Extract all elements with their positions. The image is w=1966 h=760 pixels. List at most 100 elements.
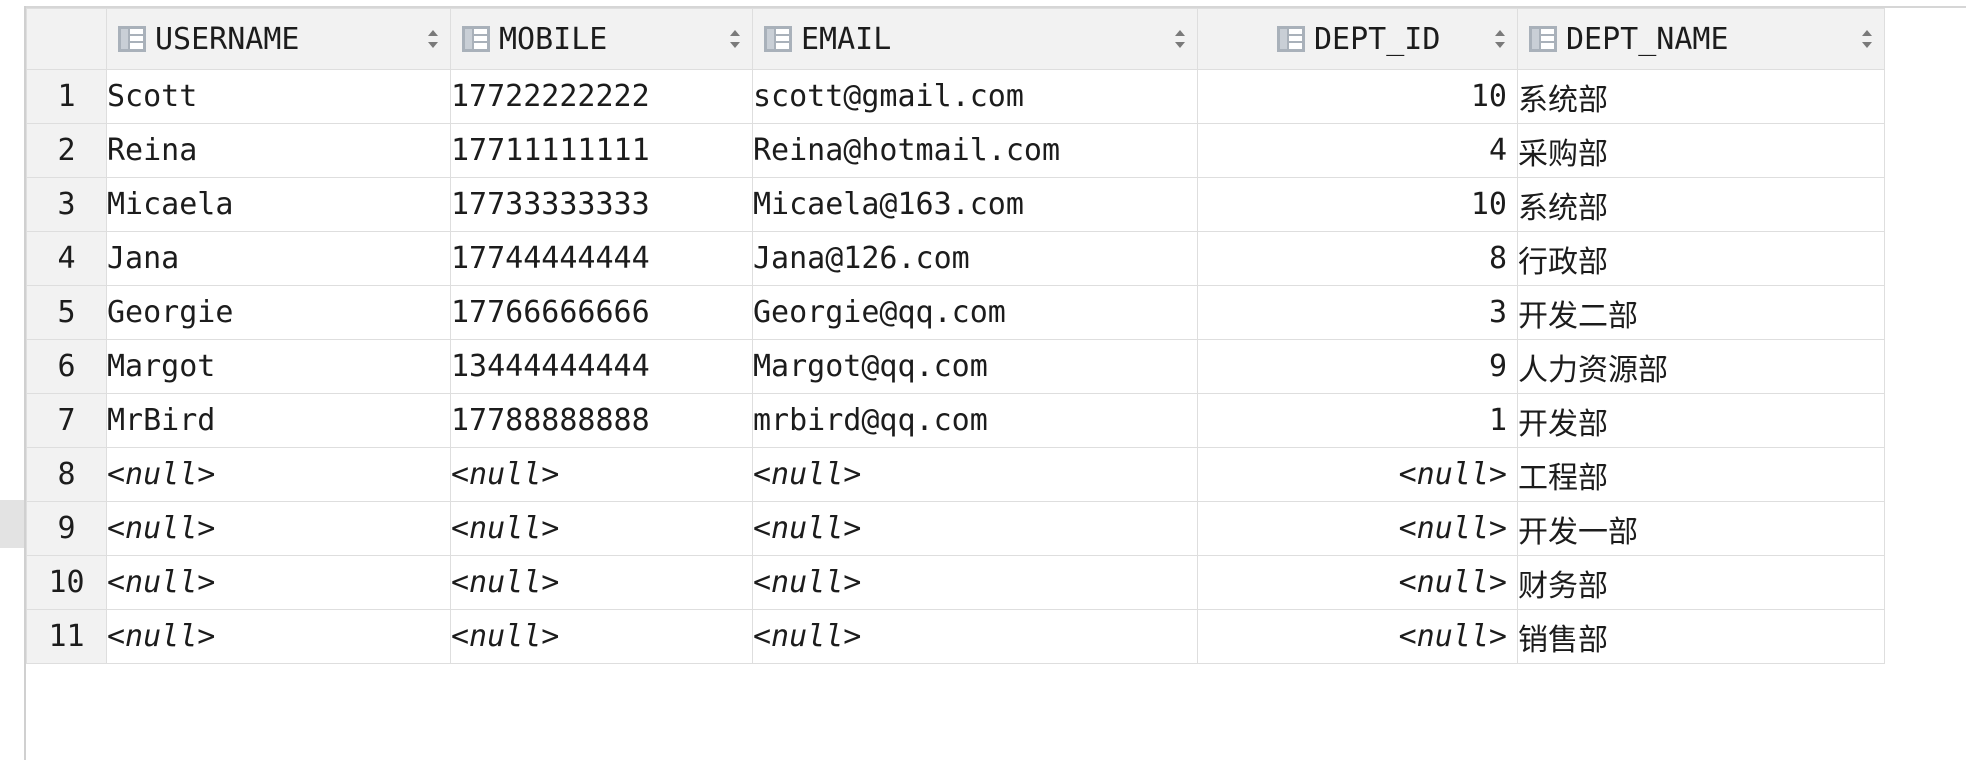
row-number[interactable]: 10 [26,555,107,610]
column-icon [462,26,490,52]
cell-dept-name[interactable]: 系统部 [1517,177,1885,232]
column-icon [764,26,792,52]
cell-email[interactable]: scott@gmail.com [752,69,1198,124]
table-row[interactable]: 4 Jana 17744444444 Jana@126.com 8 行政部 [26,231,1885,286]
row-number[interactable]: 9 [26,501,107,556]
row-number[interactable]: 6 [26,339,107,394]
cell-mobile[interactable]: 17722222222 [450,69,753,124]
column-header-dept-id[interactable]: DEPT_ID [1197,8,1518,70]
cell-username[interactable]: <null> [106,447,451,502]
table-row[interactable]: 9 <null> <null> <null> <null> 开发一部 [26,501,1885,556]
scroll-marker[interactable] [0,500,24,548]
cell-dept-id[interactable]: <null> [1197,609,1518,664]
cell-mobile[interactable]: 17711111111 [450,123,753,178]
cell-dept-id[interactable]: 8 [1197,231,1518,286]
cell-dept-name[interactable]: 采购部 [1517,123,1885,178]
cell-dept-id[interactable]: <null> [1197,501,1518,556]
cell-dept-name[interactable]: 系统部 [1517,69,1885,124]
result-table: USERNAME MOBILE EMAIL DEPT_ID DEPT_NAME … [26,8,1885,664]
cell-username[interactable]: Jana [106,231,451,286]
cell-email[interactable]: <null> [752,609,1198,664]
column-title: USERNAME [155,21,300,57]
cell-email[interactable]: Reina@hotmail.com [752,123,1198,178]
sort-icon[interactable] [1860,28,1874,50]
sort-icon[interactable] [728,28,742,50]
cell-email[interactable]: <null> [752,447,1198,502]
cell-dept-id[interactable]: 3 [1197,285,1518,340]
cell-email[interactable]: mrbird@qq.com [752,393,1198,448]
cell-username[interactable]: Reina [106,123,451,178]
cell-dept-id[interactable]: 10 [1197,69,1518,124]
table-body: 1 Scott 17722222222 scott@gmail.com 10 系统部 2 Re… [26,69,1885,664]
table-row[interactable]: 8 <null> <null> <null> <null> 工程部 [26,447,1885,502]
cell-mobile[interactable]: 17766666666 [450,285,753,340]
cell-mobile[interactable]: <null> [450,447,753,502]
table-row[interactable]: 3 Micaela 17733333333 Micaela@163.com 10 系统部 [26,177,1885,232]
row-number[interactable]: 2 [26,123,107,178]
cell-mobile[interactable]: 17744444444 [450,231,753,286]
table-row[interactable]: 7 MrBird 17788888888 mrbird@qq.com 1 开发部 [26,393,1885,448]
cell-mobile[interactable]: <null> [450,555,753,610]
cell-email[interactable]: Margot@qq.com [752,339,1198,394]
cell-mobile[interactable]: <null> [450,609,753,664]
sort-icon[interactable] [426,28,440,50]
cell-dept-name[interactable]: 工程部 [1517,447,1885,502]
row-number[interactable]: 7 [26,393,107,448]
table-row[interactable]: 6 Margot 13444444444 Margot@qq.com 9 人力资源部 [26,339,1885,394]
cell-dept-name[interactable]: 开发部 [1517,393,1885,448]
table-row[interactable]: 11 <null> <null> <null> <null> 销售部 [26,609,1885,664]
column-title: DEPT_NAME [1566,21,1729,57]
column-header-dept-name[interactable]: DEPT_NAME [1517,8,1885,70]
cell-dept-id[interactable]: 9 [1197,339,1518,394]
header-row: USERNAME MOBILE EMAIL DEPT_ID DEPT_NAME [26,8,1885,70]
cell-mobile[interactable]: <null> [450,501,753,556]
cell-email[interactable]: <null> [752,555,1198,610]
row-number[interactable]: 11 [26,609,107,664]
cell-mobile[interactable]: 17733333333 [450,177,753,232]
sort-icon[interactable] [1173,28,1187,50]
cell-username[interactable]: <null> [106,555,451,610]
cell-username[interactable]: Scott [106,69,451,124]
cell-dept-name[interactable]: 开发一部 [1517,501,1885,556]
table-row[interactable]: 5 Georgie 17766666666 Georgie@qq.com 3 开发二部 [26,285,1885,340]
cell-username[interactable]: Margot [106,339,451,394]
sort-icon[interactable] [1493,28,1507,50]
cell-dept-id[interactable]: 1 [1197,393,1518,448]
cell-mobile[interactable]: 17788888888 [450,393,753,448]
cell-dept-id[interactable]: 10 [1197,177,1518,232]
column-title: MOBILE [499,21,608,57]
cell-dept-id[interactable]: <null> [1197,555,1518,610]
column-header-email[interactable]: EMAIL [752,8,1198,70]
column-header-mobile[interactable]: MOBILE [450,8,753,70]
cell-email[interactable]: Georgie@qq.com [752,285,1198,340]
column-icon [1529,26,1557,52]
table-row[interactable]: 10 <null> <null> <null> <null> 财务部 [26,555,1885,610]
cell-dept-name[interactable]: 销售部 [1517,609,1885,664]
table-row[interactable]: 1 Scott 17722222222 scott@gmail.com 10 系统部 [26,69,1885,124]
cell-email[interactable]: Micaela@163.com [752,177,1198,232]
cell-dept-id[interactable]: 4 [1197,123,1518,178]
cell-dept-name[interactable]: 行政部 [1517,231,1885,286]
cell-username[interactable]: Micaela [106,177,451,232]
cell-dept-name[interactable]: 人力资源部 [1517,339,1885,394]
cell-username[interactable]: MrBird [106,393,451,448]
column-title: DEPT_ID [1314,21,1441,57]
column-icon [1277,26,1305,52]
column-header-username[interactable]: USERNAME [106,8,451,70]
cell-dept-name[interactable]: 财务部 [1517,555,1885,610]
cell-username[interactable]: <null> [106,501,451,556]
cell-username[interactable]: Georgie [106,285,451,340]
cell-mobile[interactable]: 13444444444 [450,339,753,394]
row-number[interactable]: 3 [26,177,107,232]
cell-dept-id[interactable]: <null> [1197,447,1518,502]
row-number[interactable]: 1 [26,69,107,124]
row-number[interactable]: 5 [26,285,107,340]
table-row[interactable]: 2 Reina 17711111111 Reina@hotmail.com 4 采购部 [26,123,1885,178]
cell-email[interactable]: <null> [752,501,1198,556]
cell-dept-name[interactable]: 开发二部 [1517,285,1885,340]
row-number-header [26,8,107,70]
cell-username[interactable]: <null> [106,609,451,664]
row-number[interactable]: 4 [26,231,107,286]
cell-email[interactable]: Jana@126.com [752,231,1198,286]
row-number[interactable]: 8 [26,447,107,502]
